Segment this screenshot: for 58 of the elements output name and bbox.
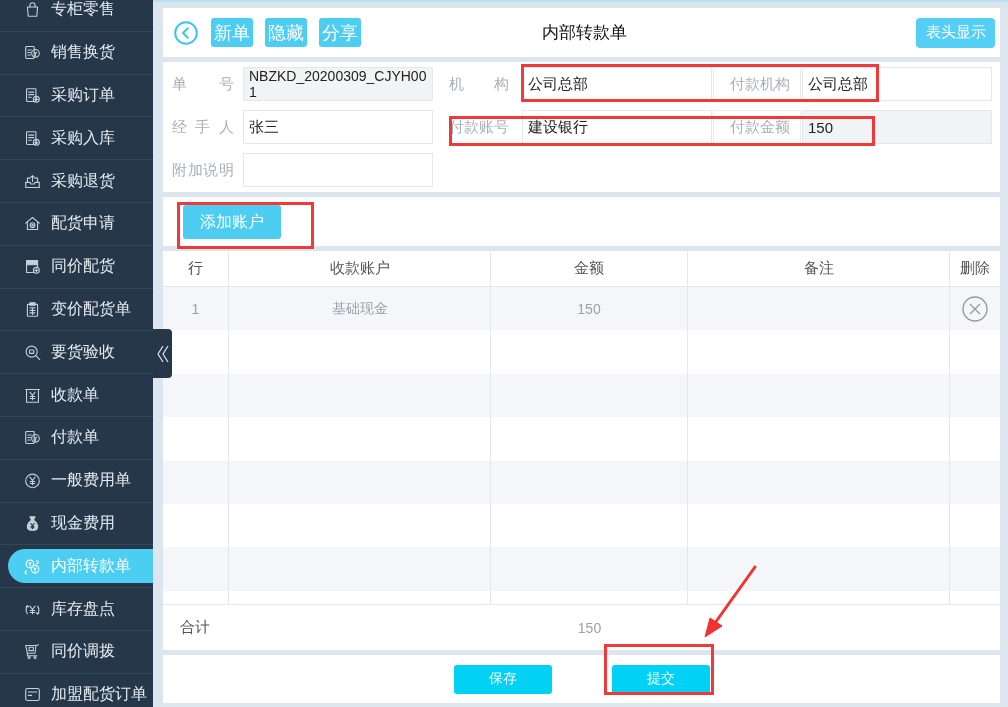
document-coin-icon [24, 429, 41, 447]
field-label: 付款机构 [713, 67, 801, 101]
list-document-icon [24, 87, 41, 104]
cart-icon [24, 643, 41, 661]
money-bag-icon [24, 514, 41, 532]
yuan-circle-icon [24, 472, 41, 490]
store-icon [24, 258, 41, 276]
sidebar-item[interactable]: 同价配货 [8, 249, 153, 284]
total-label: 合计 [179, 618, 211, 637]
text-field[interactable]: 公司总部 [522, 67, 712, 101]
sidebar-item[interactable]: 一般费用单 [8, 463, 153, 498]
sidebar-item[interactable]: 现金费用 [8, 506, 153, 541]
field-label: 经 手 人 [172, 117, 234, 137]
sidebar-item[interactable]: 变价配货单 [8, 292, 153, 327]
column-header: 删除 [959, 258, 991, 278]
sidebar-item[interactable]: 要货验收 [8, 335, 153, 370]
sidebar-item[interactable]: 采购退货 [8, 164, 153, 199]
sidebar-item[interactable]: 销售换货 [8, 35, 153, 70]
house-icon [24, 215, 41, 233]
list-document-icon [24, 129, 41, 147]
text-field[interactable]: 150 [802, 110, 992, 144]
sidebar-item[interactable]: 加盟配货订单 [8, 677, 153, 707]
circle-x-icon[interactable] [962, 295, 988, 322]
column-header: 金额 [491, 251, 688, 286]
chevron-left-circle-icon[interactable] [174, 20, 198, 45]
text-field[interactable]: NBZKD_20200309_CJYH001 [243, 67, 433, 101]
inbox-icon [24, 172, 41, 190]
field-label: 付款金额 [713, 110, 801, 144]
sidebar-item[interactable]: 配货申请 [8, 206, 153, 241]
sidebar-item[interactable]: 专柜零售 [8, 0, 153, 27]
page-title: 内部转款单 [542, 22, 627, 44]
coins-icon [24, 557, 41, 575]
sidebar-item[interactable]: 库存盘点 [8, 592, 153, 627]
field-label: 单 号 [172, 74, 234, 94]
sidebar-item[interactable]: 收款单 [8, 378, 153, 413]
table-cell: 150 [491, 287, 688, 331]
field-label: 附加说明 [172, 160, 234, 180]
total-amount: 150 [576, 619, 603, 636]
collapse-button[interactable] [153, 329, 172, 378]
table-cell: 基础现金 [229, 287, 491, 331]
yuan-document-icon [24, 386, 41, 404]
text-field[interactable]: 公司总部 [802, 67, 992, 101]
sidebar-item[interactable]: 采购订单 [8, 78, 153, 113]
text-field[interactable]: 张三 [243, 110, 433, 144]
field-label: 机 构 [448, 74, 509, 94]
sidebar-item[interactable]: 同价调拨 [8, 634, 153, 669]
document-coin-icon [24, 44, 41, 62]
sidebar-item[interactable]: 采购入库 [8, 121, 153, 156]
card-icon [24, 686, 41, 704]
clipboard-icon [24, 300, 41, 318]
sidebar-item[interactable]: 付款单 [8, 420, 153, 455]
column-header: 收款账户 [229, 251, 491, 286]
column-header: 行 [163, 251, 229, 286]
double-chevron-left-icon [156, 344, 169, 363]
bag-icon [24, 1, 41, 19]
column-header: 备注 [688, 251, 950, 286]
magnifier-icon [24, 343, 41, 361]
text-field[interactable] [243, 153, 433, 187]
